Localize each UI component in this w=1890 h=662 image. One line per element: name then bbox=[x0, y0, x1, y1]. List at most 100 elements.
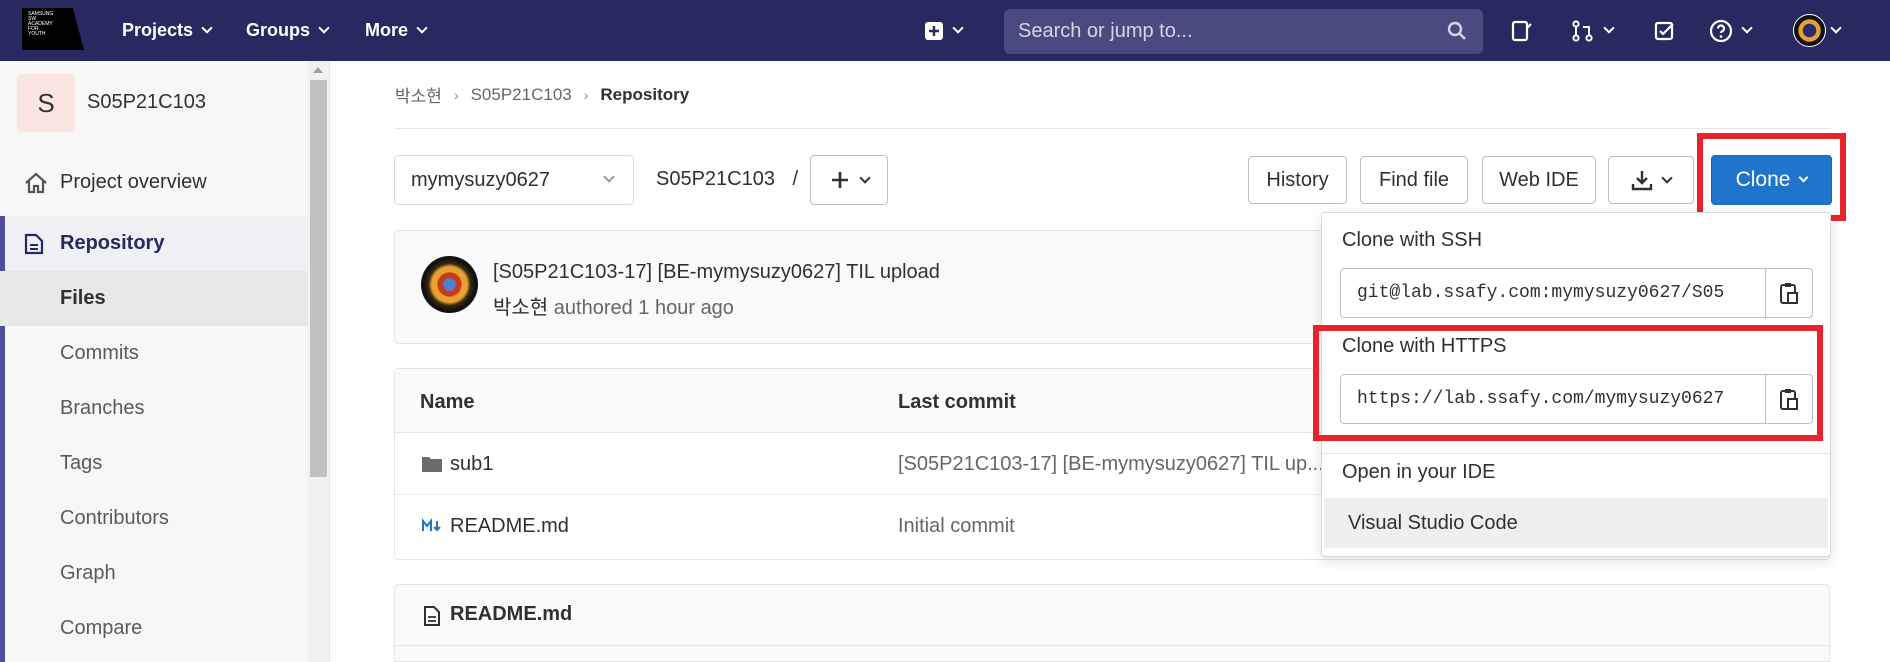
add-to-tree-button[interactable] bbox=[810, 155, 888, 205]
download-icon bbox=[1631, 171, 1653, 191]
chevron-right-icon: › bbox=[583, 86, 589, 103]
commit-meta: 박소현 authored 1 hour ago bbox=[493, 291, 734, 320]
sidebar-item-contributors[interactable]: Contributors bbox=[0, 491, 308, 546]
clone-ssh-label: Clone with SSH bbox=[1342, 229, 1483, 251]
top-navbar: SAMSUNG SW ACADEMY FOR YOUTH Projects Gr… bbox=[0, 0, 1890, 61]
chevron-down-icon bbox=[603, 171, 615, 183]
branch-name: mymysuzy0627 bbox=[411, 168, 550, 191]
chevron-down-icon bbox=[952, 22, 964, 34]
new-item-dropdown[interactable] bbox=[924, 0, 964, 61]
copy-ssh-url-button[interactable] bbox=[1765, 268, 1813, 318]
sidebar-item-files[interactable]: Files bbox=[0, 271, 308, 326]
find-file-button[interactable]: Find file bbox=[1360, 156, 1468, 204]
home-icon bbox=[25, 172, 47, 194]
chevron-right-icon: › bbox=[453, 86, 459, 103]
issues-button[interactable] bbox=[1511, 0, 1533, 61]
clone-https-url-field[interactable]: https://lab.ssafy.com/mymysuzy0627 bbox=[1340, 374, 1766, 424]
sidebar-item-label: Project overview bbox=[60, 171, 207, 193]
breadcrumb-owner[interactable]: 박소현 bbox=[395, 82, 442, 107]
scroll-thumb[interactable] bbox=[310, 80, 327, 477]
sidebar-item-graph[interactable]: Graph bbox=[0, 546, 308, 601]
more-label: More bbox=[365, 20, 409, 40]
column-header-last-commit: Last commit bbox=[898, 391, 1016, 413]
clipboard-icon bbox=[1780, 389, 1798, 410]
path-separator: / bbox=[792, 168, 799, 190]
logo-text: SAMSUNG SW ACADEMY FOR YOUTH bbox=[28, 11, 54, 37]
file-name[interactable]: sub1 bbox=[450, 453, 493, 476]
column-header-name: Name bbox=[420, 391, 475, 413]
breadcrumb-project[interactable]: S05P21C103 bbox=[471, 85, 572, 105]
chevron-down-icon bbox=[1661, 171, 1673, 184]
scroll-up-arrow-icon[interactable] bbox=[313, 67, 323, 73]
file-name[interactable]: README.md bbox=[450, 515, 569, 538]
groups-menu[interactable]: Groups bbox=[246, 0, 330, 61]
repo-path: S05P21C103 / bbox=[656, 168, 798, 191]
commit-title[interactable]: [S05P21C103-17] [BE-mymysuzy0627] TIL up… bbox=[493, 261, 940, 284]
chevron-down-icon bbox=[1798, 172, 1809, 183]
sidebar-scrollbar[interactable] bbox=[308, 61, 329, 662]
chevron-down-icon bbox=[318, 22, 330, 34]
help-icon bbox=[1709, 19, 1733, 42]
clone-ssh-url-field[interactable]: git@lab.ssafy.com:mymysuzy0627/S05 bbox=[1340, 268, 1766, 318]
copy-https-url-button[interactable] bbox=[1765, 374, 1813, 424]
sidebar-item-commits[interactable]: Commits bbox=[0, 326, 308, 381]
download-button[interactable] bbox=[1608, 156, 1694, 204]
readme-title[interactable]: README.md bbox=[450, 603, 572, 626]
sidebar-item-repository[interactable]: Repository bbox=[0, 216, 308, 271]
readme-panel: README.md bbox=[394, 584, 1830, 662]
todos-button[interactable] bbox=[1654, 0, 1676, 61]
plus-icon bbox=[832, 172, 848, 188]
clipboard-icon bbox=[1780, 283, 1798, 304]
divider bbox=[395, 645, 1829, 646]
project-avatar[interactable]: S bbox=[17, 74, 75, 132]
sidebar-item-branches[interactable]: Branches bbox=[0, 381, 308, 436]
plus-square-icon bbox=[925, 21, 943, 40]
breadcrumb-current[interactable]: Repository bbox=[600, 85, 689, 105]
branch-selector[interactable]: mymysuzy0627 bbox=[394, 155, 634, 205]
chevron-down-icon bbox=[1741, 22, 1753, 34]
commit-time: 1 hour ago bbox=[638, 297, 734, 319]
chevron-down-icon bbox=[1830, 22, 1842, 34]
web-ide-button[interactable]: Web IDE bbox=[1482, 156, 1596, 204]
file-icon bbox=[424, 606, 440, 626]
chevron-down-icon bbox=[859, 171, 871, 184]
commit-authored-label: authored bbox=[553, 297, 633, 319]
file-last-commit[interactable]: [S05P21C103-17] [BE-mymysuzy0627] TIL up… bbox=[898, 453, 1324, 476]
projects-label: Projects bbox=[122, 20, 194, 40]
projects-menu[interactable]: Projects bbox=[122, 0, 213, 61]
search-input[interactable]: Search or jump to... bbox=[1004, 9, 1483, 54]
search-placeholder: Search or jump to... bbox=[1018, 20, 1193, 42]
sidebar-item-tags[interactable]: Tags bbox=[0, 436, 308, 491]
merge-request-icon bbox=[1572, 19, 1593, 42]
merge-requests-button[interactable] bbox=[1571, 0, 1615, 61]
divider bbox=[395, 128, 1830, 129]
clone-button[interactable]: Clone bbox=[1711, 155, 1832, 205]
sidebar-item-compare[interactable]: Compare bbox=[0, 601, 308, 656]
help-button[interactable] bbox=[1709, 0, 1753, 61]
breadcrumb: 박소현 › S05P21C103 › Repository bbox=[395, 82, 689, 107]
chevron-down-icon bbox=[416, 22, 428, 34]
clone-https-label: Clone with HTTPS bbox=[1342, 335, 1507, 357]
clone-label: Clone bbox=[1735, 168, 1791, 191]
sidebar-item-label: Repository bbox=[60, 232, 165, 254]
sidebar-item-project-overview[interactable]: Project overview bbox=[0, 155, 308, 210]
more-menu[interactable]: More bbox=[365, 0, 428, 61]
commit-author-avatar[interactable] bbox=[421, 256, 478, 313]
groups-label: Groups bbox=[246, 20, 311, 40]
markdown-icon bbox=[422, 518, 441, 532]
user-menu-chevron[interactable] bbox=[1822, 0, 1842, 61]
history-button[interactable]: History bbox=[1248, 156, 1347, 204]
todo-check-icon bbox=[1654, 21, 1674, 40]
file-last-commit[interactable]: Initial commit bbox=[898, 515, 1015, 538]
project-initial: S bbox=[37, 87, 55, 118]
chevron-down-icon bbox=[1603, 22, 1615, 34]
brand-logo[interactable]: SAMSUNG SW ACADEMY FOR YOUTH bbox=[22, 8, 84, 50]
open-in-vscode-item[interactable]: Visual Studio Code bbox=[1324, 498, 1828, 548]
open-in-ide-label: Open in your IDE bbox=[1342, 461, 1496, 483]
commit-author[interactable]: 박소현 bbox=[493, 297, 548, 319]
folder-icon bbox=[422, 457, 442, 472]
repo-path-root[interactable]: S05P21C103 bbox=[656, 168, 775, 190]
project-sidebar: S S05P21C103 Project overview Repository… bbox=[0, 61, 330, 662]
clone-dropdown: Clone with SSH git@lab.ssafy.com:mymysuz… bbox=[1313, 212, 1831, 557]
project-name[interactable]: S05P21C103 bbox=[87, 91, 206, 114]
